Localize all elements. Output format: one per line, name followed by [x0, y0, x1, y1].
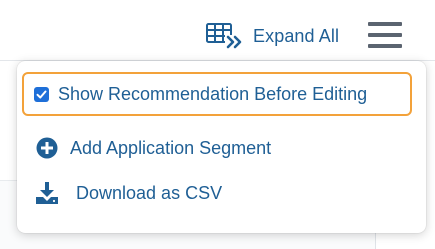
download-icon: [35, 181, 59, 205]
expand-all-button[interactable]: Expand All: [205, 21, 339, 51]
plus-circle-icon: [35, 136, 59, 160]
table-expand-icon: [206, 23, 244, 51]
menu-item-label: Add Application Segment: [70, 137, 272, 158]
menu-item-show-recommendation[interactable]: Show Recommendation Before Editing: [22, 72, 412, 116]
menu-item-add-application-segment[interactable]: Add Application Segment: [35, 131, 271, 165]
menu-item-download-csv[interactable]: Download as CSV: [35, 176, 222, 210]
menu-item-label: Show Recommendation Before Editing: [58, 83, 368, 104]
expand-all-label: Expand All: [253, 25, 340, 46]
hamburger-menu-icon[interactable]: [368, 22, 402, 49]
menu-item-label: Download as CSV: [76, 182, 223, 203]
options-dropdown-menu: Show Recommendation Before Editing Add A…: [17, 61, 426, 233]
checkbox-checked-icon[interactable]: [34, 86, 49, 102]
